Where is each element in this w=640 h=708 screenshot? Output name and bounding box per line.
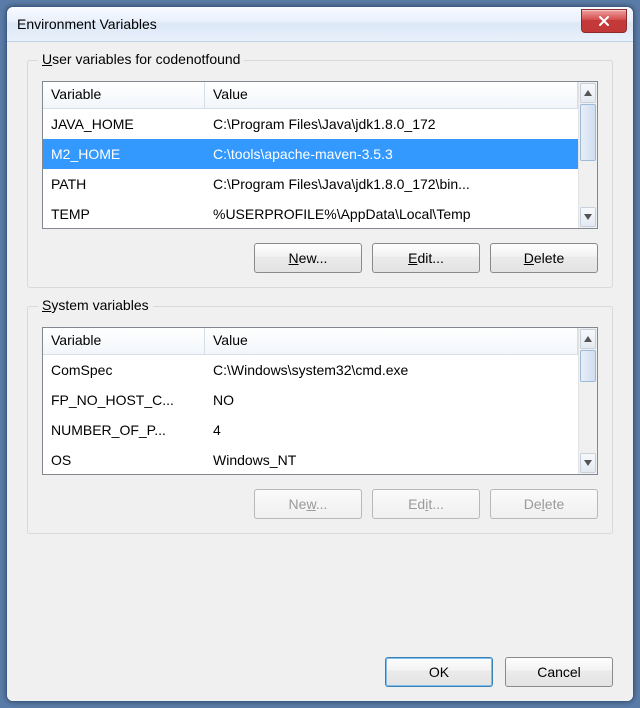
user-delete-button[interactable]: Delete — [490, 243, 598, 273]
cell-value: C:\tools\apache-maven-3.5.3 — [205, 146, 578, 162]
scroll-up-icon[interactable] — [580, 329, 596, 349]
user-scrollbar[interactable] — [578, 82, 597, 228]
cell-value: 4 — [205, 422, 578, 438]
system-new-button[interactable]: New... — [254, 489, 362, 519]
table-row[interactable]: M2_HOMEC:\tools\apache-maven-3.5.3 — [43, 139, 578, 169]
cell-variable: NUMBER_OF_P... — [43, 422, 205, 438]
user-new-button[interactable]: New... — [254, 243, 362, 273]
user-buttons: New... Edit... Delete — [42, 243, 598, 273]
table-header[interactable]: Variable Value — [43, 82, 578, 109]
table-row[interactable]: JAVA_HOMEC:\Program Files\Java\jdk1.8.0_… — [43, 109, 578, 139]
ok-button[interactable]: OK — [385, 657, 493, 687]
column-variable[interactable]: Variable — [43, 328, 205, 354]
cell-variable: ComSpec — [43, 362, 205, 378]
dialog-footer: OK Cancel — [27, 651, 613, 687]
table-row[interactable]: OSWindows_NT — [43, 445, 578, 474]
cell-value: C:\Program Files\Java\jdk1.8.0_172 — [205, 116, 578, 132]
table-row[interactable]: PATHC:\Program Files\Java\jdk1.8.0_172\b… — [43, 169, 578, 199]
system-variables-label: System variables — [38, 297, 153, 313]
cell-value: Windows_NT — [205, 452, 578, 468]
cancel-button[interactable]: Cancel — [505, 657, 613, 687]
cell-variable: TEMP — [43, 206, 205, 222]
scroll-up-icon[interactable] — [580, 83, 596, 103]
column-value[interactable]: Value — [205, 82, 578, 108]
titlebar[interactable]: Environment Variables — [7, 7, 633, 42]
system-variables-group: System variables Variable Value ComSpecC… — [27, 306, 613, 534]
window-title: Environment Variables — [17, 16, 157, 32]
user-variables-label: User variables for codenotfound — [38, 51, 244, 67]
user-edit-button[interactable]: Edit... — [372, 243, 480, 273]
env-vars-dialog: Environment Variables User variables for… — [6, 6, 634, 702]
cell-variable: FP_NO_HOST_C... — [43, 392, 205, 408]
column-variable[interactable]: Variable — [43, 82, 205, 108]
system-delete-button[interactable]: Delete — [490, 489, 598, 519]
user-variables-group: User variables for codenotfound Variable… — [27, 60, 613, 288]
system-scrollbar[interactable] — [578, 328, 597, 474]
scroll-down-icon[interactable] — [580, 453, 596, 473]
cell-variable: PATH — [43, 176, 205, 192]
client-area: User variables for codenotfound Variable… — [7, 42, 633, 701]
scroll-thumb[interactable] — [580, 104, 596, 161]
cell-value: C:\Program Files\Java\jdk1.8.0_172\bin..… — [205, 176, 578, 192]
table-row[interactable]: FP_NO_HOST_C...NO — [43, 385, 578, 415]
cell-variable: JAVA_HOME — [43, 116, 205, 132]
cell-variable: OS — [43, 452, 205, 468]
system-buttons: New... Edit... Delete — [42, 489, 598, 519]
cell-value: NO — [205, 392, 578, 408]
table-header[interactable]: Variable Value — [43, 328, 578, 355]
table-row[interactable]: TEMP%USERPROFILE%\AppData\Local\Temp — [43, 199, 578, 228]
cell-value: C:\Windows\system32\cmd.exe — [205, 362, 578, 378]
close-button[interactable] — [581, 9, 627, 33]
user-variables-table[interactable]: Variable Value JAVA_HOMEC:\Program Files… — [42, 81, 598, 229]
scroll-track[interactable] — [579, 350, 597, 452]
cell-variable: M2_HOME — [43, 146, 205, 162]
scroll-track[interactable] — [579, 104, 597, 206]
table-row[interactable]: ComSpecC:\Windows\system32\cmd.exe — [43, 355, 578, 385]
system-variables-table[interactable]: Variable Value ComSpecC:\Windows\system3… — [42, 327, 598, 475]
system-edit-button[interactable]: Edit... — [372, 489, 480, 519]
close-icon — [598, 15, 610, 27]
column-value[interactable]: Value — [205, 328, 578, 354]
table-row[interactable]: NUMBER_OF_P...4 — [43, 415, 578, 445]
scroll-down-icon[interactable] — [580, 207, 596, 227]
cell-value: %USERPROFILE%\AppData\Local\Temp — [205, 206, 578, 222]
scroll-thumb[interactable] — [580, 350, 596, 382]
